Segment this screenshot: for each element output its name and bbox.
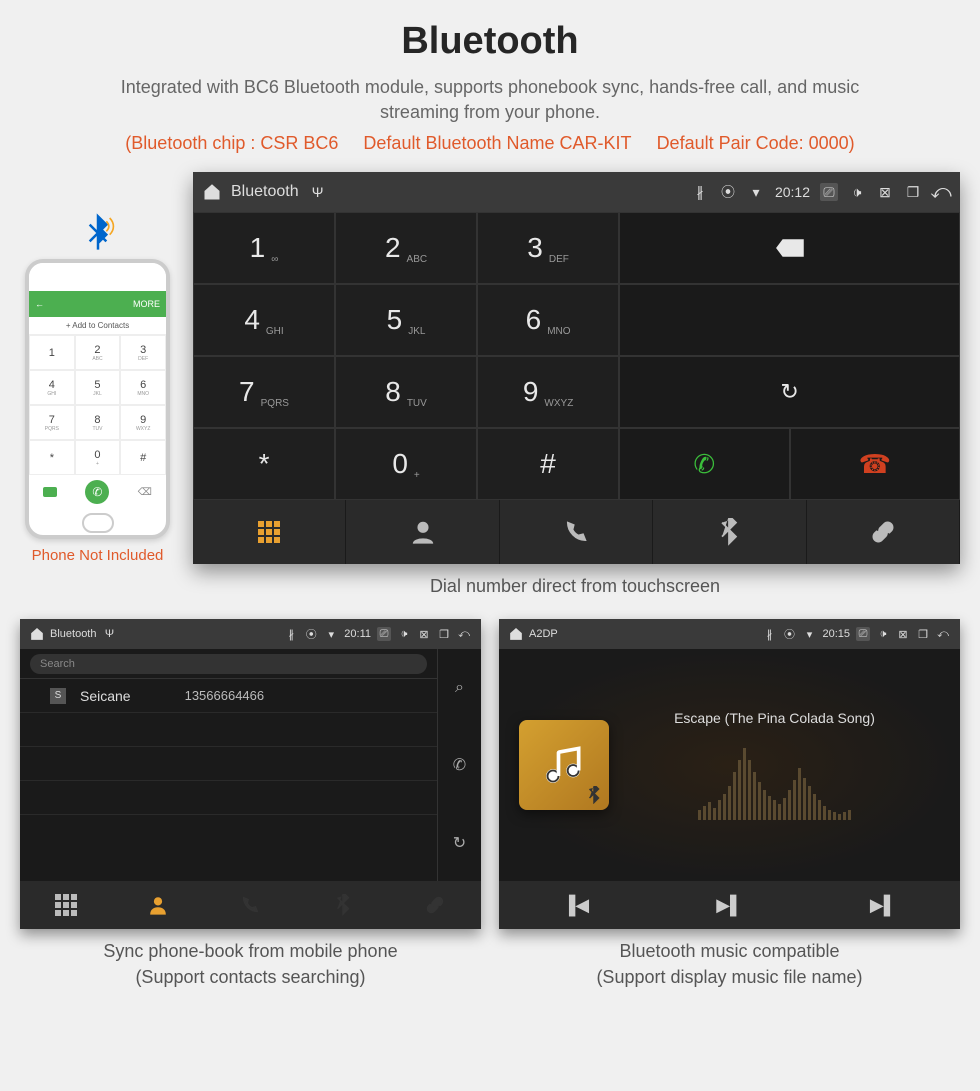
nav-bluetooth[interactable]	[297, 881, 389, 929]
track-title: Escape (The Pina Colada Song)	[609, 710, 940, 726]
album-art	[519, 720, 609, 810]
key-8[interactable]: 8TUV	[335, 356, 477, 428]
hangup-button[interactable]: ☎	[790, 428, 960, 500]
nav-contacts[interactable]	[112, 881, 204, 929]
wifi-icon: ▾	[324, 627, 338, 641]
music-caption-1: Bluetooth music compatible	[499, 939, 960, 964]
spec-code: Default Pair Code: 0000)	[657, 133, 855, 153]
key-star[interactable]: *	[193, 428, 335, 500]
nav-bluetooth[interactable]	[653, 500, 806, 564]
screenshot-icon[interactable]: ⎚	[377, 627, 391, 641]
screenshot-icon[interactable]: ⎚	[820, 183, 838, 201]
back-icon[interactable]: ⤺	[936, 627, 950, 641]
contact-badge: S	[50, 688, 66, 704]
call-icon: ✆	[85, 480, 109, 504]
close-icon[interactable]: ⊠	[417, 627, 431, 641]
nav-history[interactable]	[500, 500, 653, 564]
close-icon[interactable]: ⊠	[896, 627, 910, 641]
screenshot-icon[interactable]: ⎚	[856, 627, 870, 641]
next-button[interactable]: ▶▌	[806, 881, 960, 929]
call-button[interactable]: ✆	[619, 428, 789, 500]
nav-keypad[interactable]	[20, 881, 112, 929]
contacts-caption-1: Sync phone-book from mobile phone	[20, 939, 481, 964]
app-title: Bluetooth	[231, 183, 299, 201]
contact-item[interactable]: S Seicane 13566664466	[20, 679, 437, 713]
home-icon[interactable]	[30, 627, 44, 641]
phone-mockup: ←MORE + Add to Contacts 12ABC3DEF4GHI5JK…	[25, 259, 170, 539]
backspace-icon: ⌫	[138, 487, 152, 498]
prev-button[interactable]: ▐◀	[499, 881, 653, 929]
phone-note: Phone Not Included	[20, 547, 175, 564]
key-0[interactable]: 0+	[335, 428, 477, 500]
key-7[interactable]: 7PQRS	[193, 356, 335, 428]
close-icon[interactable]: ⊠	[876, 183, 894, 201]
subtitle: Integrated with BC6 Bluetooth module, su…	[20, 75, 960, 125]
page-title: Bluetooth	[20, 20, 960, 63]
key-1[interactable]: 1∞	[193, 212, 335, 284]
bluetooth-icon: ∦	[762, 627, 776, 641]
sync-icon[interactable]: ↻	[438, 821, 481, 865]
app-title: A2DP	[529, 628, 558, 640]
spec-line: (Bluetooth chip : CSR BC6 Default Blueto…	[20, 133, 960, 154]
clock: 20:12	[775, 184, 810, 200]
video-icon	[43, 487, 57, 497]
music-screen: A2DP ∦ ⦿ ▾ 20:15 ⎚ 🕩 ⊠ ❐ ⤺	[499, 619, 960, 929]
waveform	[609, 740, 940, 820]
key-5[interactable]: 5JKL	[335, 284, 477, 356]
redial-key[interactable]: ↻	[619, 356, 960, 428]
volume-icon[interactable]: 🕩	[397, 627, 411, 641]
usb-icon: Ψ	[309, 183, 327, 201]
key-6[interactable]: 6MNO	[477, 284, 619, 356]
back-icon[interactable]: ⤺	[457, 627, 471, 641]
search-input[interactable]: Search	[30, 654, 427, 674]
dialer-screen: Bluetooth Ψ ∦ ⦿ ▾ 20:12 ⎚ 🕩 ⊠ ❐ ⤺ 1∞ 2AB…	[193, 172, 960, 564]
contact-name: Seicane	[80, 688, 131, 704]
keypad-icon	[258, 521, 280, 543]
recents-icon[interactable]: ❐	[904, 183, 922, 201]
key-2[interactable]: 2ABC	[335, 212, 477, 284]
contact-number: 13566664466	[185, 688, 265, 703]
volume-icon[interactable]: 🕩	[848, 183, 866, 201]
spec-chip: (Bluetooth chip : CSR BC6	[125, 133, 338, 153]
spec-name: Default Bluetooth Name CAR-KIT	[363, 133, 631, 153]
wifi-icon: ▾	[747, 183, 765, 201]
back-icon[interactable]: ⤺	[932, 183, 950, 201]
home-icon[interactable]	[509, 627, 523, 641]
nav-history[interactable]	[204, 881, 296, 929]
call-icon[interactable]: ✆	[438, 743, 481, 787]
nav-contacts[interactable]	[346, 500, 499, 564]
clock: 20:15	[822, 628, 850, 640]
volume-icon[interactable]: 🕩	[876, 627, 890, 641]
bluetooth-icon: ∦	[284, 627, 298, 641]
dialer-caption: Dial number direct from touchscreen	[190, 576, 960, 597]
bluetooth-icon: ∦	[691, 183, 709, 201]
contacts-caption-2: (Support contacts searching)	[20, 965, 481, 990]
status-bar: Bluetooth Ψ ∦ ⦿ ▾ 20:12 ⎚ 🕩 ⊠ ❐ ⤺	[193, 172, 960, 212]
search-icon[interactable]: ⌕	[438, 666, 481, 710]
nav-keypad[interactable]	[193, 500, 346, 564]
usb-icon: Ψ	[102, 627, 116, 641]
location-icon: ⦿	[304, 627, 318, 641]
key-9[interactable]: 9WXYZ	[477, 356, 619, 428]
backspace-key[interactable]	[619, 212, 960, 284]
key-3[interactable]: 3DEF	[477, 212, 619, 284]
home-icon[interactable]	[203, 183, 221, 201]
key-4[interactable]: 4GHI	[193, 284, 335, 356]
music-caption-2: (Support display music file name)	[499, 965, 960, 990]
play-pause-button[interactable]: ▶▌	[653, 881, 807, 929]
recents-icon[interactable]: ❐	[916, 627, 930, 641]
nav-pair[interactable]	[389, 881, 481, 929]
clock: 20:11	[344, 628, 371, 640]
bluetooth-signal-icon	[78, 213, 118, 253]
wifi-icon: ▾	[802, 627, 816, 641]
nav-pair[interactable]	[807, 500, 960, 564]
key-hash[interactable]: #	[477, 428, 619, 500]
recents-icon[interactable]: ❐	[437, 627, 451, 641]
contacts-screen: Bluetooth Ψ ∦ ⦿ ▾ 20:11 ⎚ 🕩 ⊠ ❐ ⤺	[20, 619, 481, 929]
location-icon: ⦿	[782, 627, 796, 641]
app-title: Bluetooth	[50, 628, 96, 640]
location-icon: ⦿	[719, 183, 737, 201]
